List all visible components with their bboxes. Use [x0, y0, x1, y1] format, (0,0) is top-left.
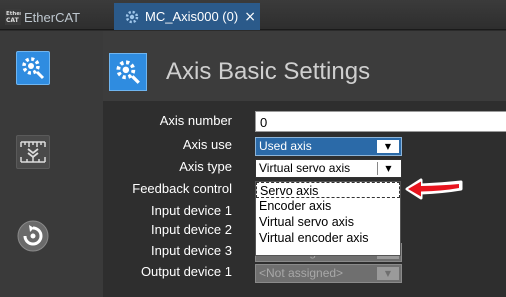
svg-text:CAT: CAT: [6, 17, 20, 24]
list-item-virtual-servo-axis[interactable]: Virtual servo axis: [256, 214, 400, 230]
homing-icon: [17, 220, 49, 252]
chevron-down-icon[interactable]: ▼: [377, 140, 399, 153]
unit-conversion-icon: [20, 141, 46, 163]
tab-ethercat[interactable]: Ether CAT EtherCAT: [3, 4, 109, 30]
list-item-servo-axis[interactable]: Servo axis: [256, 182, 400, 198]
input-device-3-label: Input device 3: [151, 243, 232, 258]
axis-use-value: Used axis: [259, 139, 312, 153]
tab-mc-axis000[interactable]: MC_Axis000 (0) ×: [114, 3, 260, 30]
chevron-down-icon[interactable]: ▼: [377, 162, 399, 175]
axis-gear-icon: [125, 10, 139, 23]
input-device-2-label: Input device 2: [151, 222, 232, 237]
axis-type-dropdown-list: Servo axis Encoder axis Virtual servo ax…: [255, 181, 401, 256]
ethercat-logo-icon: Ether CAT: [5, 9, 23, 25]
axis-use-select[interactable]: Used axis ▼: [255, 137, 402, 156]
output-device-1-select[interactable]: <Not assigned> ▼: [255, 264, 402, 283]
output-device-1-value: <Not assigned>: [259, 266, 344, 280]
tab-bar: Ether CAT EtherCAT MC_Axis000 (0) ×: [0, 0, 506, 30]
axis-number-label: Axis number: [159, 113, 232, 128]
gear-icon: [22, 57, 45, 80]
axis-settings-panel: Axis Basic Settings Axis number 0 Axis u…: [103, 31, 506, 297]
axis-type-value: Virtual servo axis: [259, 161, 351, 175]
close-icon[interactable]: ×: [244, 9, 256, 25]
chevron-down-icon[interactable]: ▼: [377, 267, 399, 280]
sidebar-item-axis-basic-settings[interactable]: [16, 51, 50, 85]
axis-type-label: Axis type: [179, 159, 232, 174]
list-item-encoder-axis[interactable]: Encoder axis: [256, 198, 400, 214]
axis-number-field[interactable]: 0: [255, 111, 506, 132]
feedback-control-label: Feedback control: [132, 181, 232, 196]
sidebar-item-homing[interactable]: [16, 219, 50, 253]
list-item-virtual-encoder-axis[interactable]: Virtual encoder axis: [256, 230, 400, 246]
sidebar-item-unit-conversion[interactable]: [16, 135, 50, 169]
panel-header: Axis Basic Settings: [103, 37, 506, 105]
axis-use-label: Axis use: [182, 137, 232, 152]
settings-sidebar: [0, 31, 103, 297]
input-device-1-label: Input device 1: [151, 203, 232, 218]
tab-mc-axis000-label: MC_Axis000 (0): [145, 9, 239, 24]
axis-type-select[interactable]: Virtual servo axis ▼: [255, 159, 402, 178]
header-gear-icon: [109, 53, 147, 91]
output-device-1-label: Output device 1: [140, 264, 232, 279]
tab-ethercat-label: EtherCAT: [24, 9, 81, 25]
red-arrow-annotation-icon: [405, 178, 463, 200]
page-title: Axis Basic Settings: [166, 58, 371, 85]
